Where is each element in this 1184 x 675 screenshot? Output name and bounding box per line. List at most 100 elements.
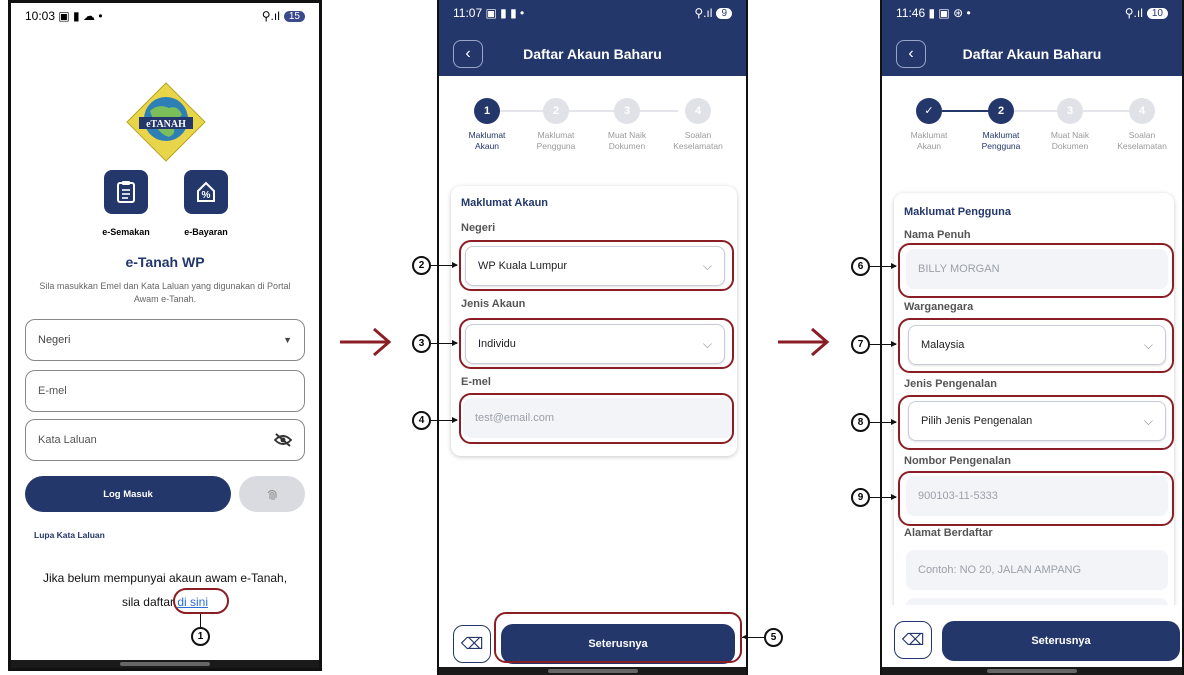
password-placeholder: Kata Laluan (38, 434, 97, 446)
tile-e-bayaran-label: e-Bayaran (184, 227, 228, 237)
battery-badge: 15 (283, 10, 305, 22)
callout-highlight-5 (494, 612, 742, 663)
callout-connector (870, 494, 897, 500)
flow-arrow-icon (340, 327, 392, 357)
login-button-label: Log Masuk (103, 488, 153, 500)
step-dot: 4 (685, 98, 711, 124)
callout-connector-1 (200, 614, 201, 627)
negeri-label: Negeri (461, 222, 496, 234)
register-sila: sila daftar (121, 595, 174, 609)
step-dot: 3 (1057, 98, 1083, 124)
eye-off-icon[interactable] (274, 433, 292, 447)
check-icon: ✓ (916, 98, 942, 124)
clear-form-button[interactable]: ⌫ (453, 625, 491, 663)
app-header: 11:07 ▣ ▮ ▮ • ⚲.ıl 9 ‹ Daftar Akaun Bahar… (439, 0, 746, 76)
percent-tag-icon: % (197, 181, 215, 202)
callout-number-9: 9 (851, 488, 870, 507)
eraser-icon: ⌫ (460, 636, 484, 653)
callout-number-4: 4 (412, 411, 431, 430)
alamat-label: Alamat Berdaftar (904, 527, 993, 539)
callout-arrowhead (742, 634, 748, 640)
signal-icon: ⚲.ıl (1124, 6, 1143, 20)
step-label: Pengguna (981, 141, 1021, 152)
email-field[interactable]: E-mel (25, 370, 305, 412)
callout-highlight-6 (898, 243, 1174, 298)
tile-e-semakan-label: e-Semakan (102, 227, 150, 237)
step-label: Soalan (1128, 130, 1156, 140)
callout-highlight-9 (898, 471, 1174, 526)
progress-stepper: 1 Maklumat Akaun 2 Maklumat Pengguna 3 Muat N… (439, 76, 746, 166)
section-title: Maklumat Pengguna (904, 206, 1011, 218)
nama-label: Nama Penuh (904, 229, 971, 241)
callout-highlight-4 (459, 393, 734, 444)
tile-e-semakan[interactable] (104, 170, 148, 214)
fingerprint-button[interactable] (239, 476, 305, 512)
system-nav-bar (882, 667, 1182, 675)
page-subtitle: Sila masukkan Emel dan Kata Laluan yang … (39, 281, 291, 305)
callout-connector (431, 262, 458, 268)
alamat-field[interactable]: Contoh: NO 20, JALAN AMPANG (906, 550, 1168, 590)
step-label: Pengguna (536, 141, 576, 152)
register-line: sila daftar di sini (11, 595, 319, 609)
step-1: 1 Maklumat Akaun (447, 98, 527, 152)
step-2: 2 Maklumat Pengguna (516, 98, 596, 152)
page-title: e-Tanah WP (125, 254, 205, 270)
status-bar: 11:07 ▣ ▮ ▮ • ⚲.ıl 9 (439, 0, 746, 26)
step-label: Maklumat (468, 130, 506, 140)
callout-number-8: 8 (851, 413, 870, 432)
callout-number-3: 3 (412, 334, 431, 353)
header-title: Daftar Akaun Baharu (962, 46, 1102, 62)
callout-connector (431, 340, 458, 346)
step-label: Muat Naik (1050, 130, 1090, 140)
step-2: 2 Maklumat Pengguna (961, 98, 1041, 152)
eraser-icon: ⌫ (901, 632, 925, 649)
step-dot: 2 (988, 98, 1014, 124)
login-button[interactable]: Log Masuk (25, 476, 231, 512)
warganegara-label: Warganegara (904, 301, 974, 313)
callout-connector (870, 341, 897, 347)
signal-icon: ⚲.ıl (694, 6, 713, 20)
callout-connector (870, 419, 897, 425)
system-nav-bar (439, 667, 746, 675)
step-3: 3 Muat Naik Dokumen (587, 98, 667, 152)
fingerprint-icon (267, 489, 277, 500)
nombor-pengenalan-label: Nombor Pengenalan (904, 455, 1011, 467)
system-nav-bar (11, 660, 319, 668)
clipboard-icon (117, 181, 135, 203)
next-button[interactable]: Seterusnya (942, 621, 1180, 661)
negeri-select[interactable]: Negeri ▼ (25, 319, 305, 361)
step-label: Maklumat (910, 130, 948, 140)
battery-badge: 9 (716, 7, 732, 19)
callout-number-7: 7 (851, 335, 870, 354)
status-time: 11:46 (896, 6, 926, 20)
next-button-label: Seterusnya (1031, 635, 1091, 647)
callout-number-5: 5 (764, 628, 783, 647)
bottom-action-bar: ⌫ Seterusnya (882, 605, 1182, 675)
dropdown-caret-icon: ▼ (283, 335, 292, 345)
status-bar: 11:46 ▮ ▣ ⊛ • ⚲.ıl 10 (882, 0, 1182, 26)
step-dot: 4 (1129, 98, 1155, 124)
step-label: Akaun (916, 141, 942, 152)
phone-screen-login: 10:03 ▣ ▮ ☁ • ⚲.ıl 15 eTANAH e-Semakan % … (8, 0, 322, 671)
svg-text:%: % (202, 190, 211, 201)
tile-e-bayaran[interactable]: % (184, 170, 228, 214)
clear-form-button[interactable]: ⌫ (894, 621, 932, 659)
signal-icon: ⚲.ıl (261, 9, 280, 23)
status-time: 10:03 (25, 9, 56, 23)
step-label: Dokumen (1051, 141, 1089, 152)
password-field[interactable]: Kata Laluan (25, 419, 305, 461)
step-label: Dokumen (608, 141, 646, 152)
step-label: Keselamatan (1117, 141, 1167, 152)
callout-highlight-8 (898, 395, 1174, 450)
section-title: Maklumat Akaun (461, 197, 549, 209)
step-label: Muat Naik (607, 130, 647, 140)
status-time: 11:07 (453, 6, 483, 20)
step-dot: 2 (543, 98, 569, 124)
status-bar: 10:03 ▣ ▮ ☁ • ⚲.ıl 15 (11, 3, 319, 29)
step-label: Soalan (684, 130, 712, 140)
callout-connector (431, 417, 458, 423)
logo-text: eTANAH (146, 119, 186, 130)
step-4: 4 Soalan Keselamatan (658, 98, 738, 152)
email-placeholder: E-mel (38, 385, 67, 397)
forgot-password-link[interactable]: Lupa Kata Laluan (34, 530, 105, 540)
